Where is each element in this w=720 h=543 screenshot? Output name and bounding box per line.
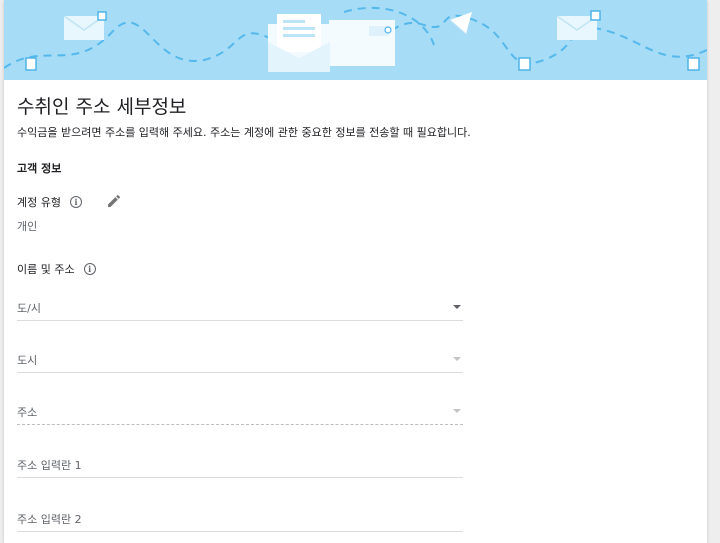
page-subtitle: 수익금을 받으려면 주소를 입력해 주세요. 주소는 계정에 관한 중요한 정보… <box>17 126 471 139</box>
page-title: 수취인 주소 세부정보 <box>17 96 187 118</box>
envelope-left-icon <box>63 11 107 40</box>
caret-down-icon <box>453 305 461 309</box>
address-line1-placeholder: 주소 입력란 1 <box>17 459 82 472</box>
envelope-center-icon <box>268 14 395 72</box>
customer-info-heading: 고객 정보 <box>17 162 62 175</box>
address-line2-input[interactable]: 주소 입력란 2 <box>17 506 463 532</box>
province-select[interactable]: 도/시 <box>17 295 463 321</box>
envelope-right-icon <box>556 10 601 40</box>
address-select[interactable]: 주소 <box>17 399 463 425</box>
address-line1-input[interactable]: 주소 입력란 1 <box>17 452 463 478</box>
account-type-label: 계정 유형 i <box>17 194 82 210</box>
account-type-label-text: 계정 유형 <box>17 196 61 209</box>
province-placeholder: 도/시 <box>17 302 41 315</box>
name-address-label-text: 이름 및 주소 <box>17 263 75 276</box>
mail-banner <box>4 0 707 80</box>
caret-down-icon <box>453 357 461 361</box>
address-placeholder: 주소 <box>17 406 38 419</box>
address-line2-placeholder: 주소 입력란 2 <box>17 513 82 526</box>
info-icon[interactable]: i <box>83 263 96 275</box>
name-address-label: 이름 및 주소 i <box>17 261 96 277</box>
mail-illustration <box>4 6 707 72</box>
info-icon[interactable]: i <box>69 196 82 208</box>
pencil-icon[interactable] <box>106 193 122 209</box>
city-select[interactable]: 도시 <box>17 347 463 373</box>
city-placeholder: 도시 <box>17 354 38 367</box>
caret-down-icon <box>453 409 461 413</box>
address-card: 수취인 주소 세부정보 수익금을 받으려면 주소를 입력해 주세요. 주소는 계… <box>4 0 707 543</box>
account-type-value: 개인 <box>17 220 38 233</box>
